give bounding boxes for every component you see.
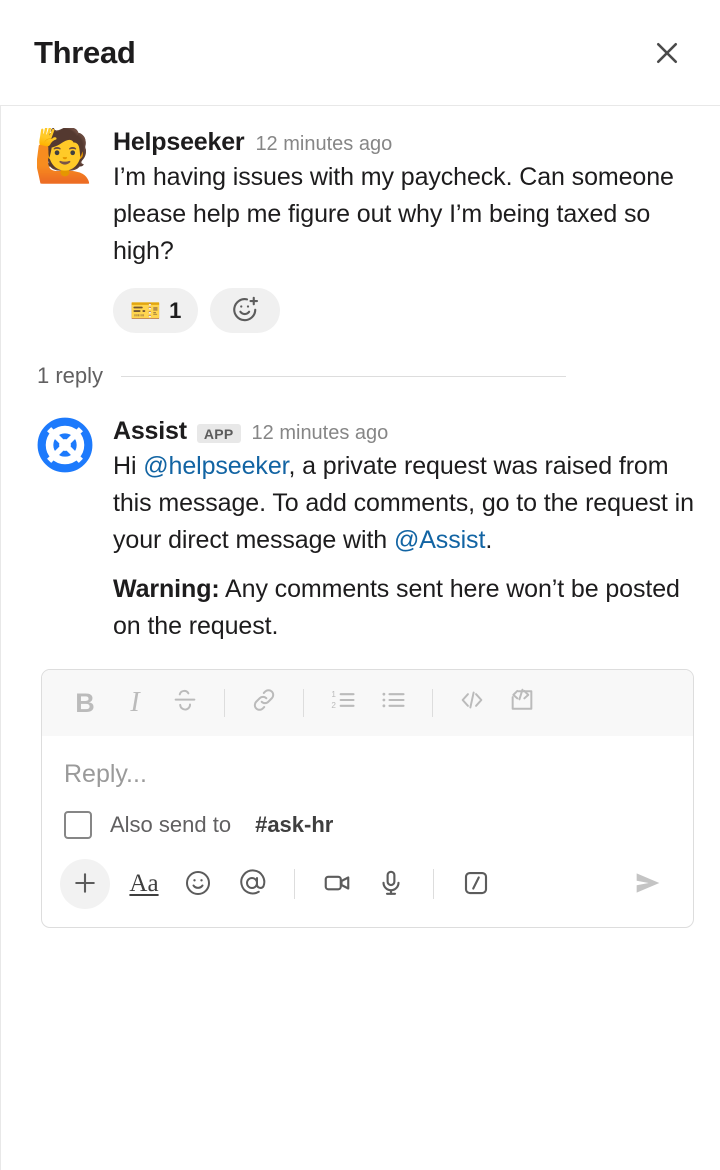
divider-line xyxy=(121,375,567,377)
close-button[interactable] xyxy=(644,30,690,76)
reply-divider: 1 reply xyxy=(1,363,720,389)
person-raising-hand-avatar-icon: 🙋 xyxy=(37,128,93,184)
slash-command-button[interactable] xyxy=(450,858,502,910)
code-block-icon xyxy=(508,686,536,721)
avatar[interactable] xyxy=(37,417,93,473)
strikethrough-icon xyxy=(171,686,199,721)
message-author[interactable]: Helpseeker xyxy=(113,128,245,157)
formatting-toolbar: B I 1 2 xyxy=(42,670,693,736)
video-camera-icon xyxy=(322,868,352,901)
reply-composer: B I 1 2 Reply... Also send to #ask-hr Aa xyxy=(41,669,694,928)
message-paragraph-2: Warning: Any comments sent here won’t be… xyxy=(113,571,696,645)
bulleted-list-icon xyxy=(379,686,407,721)
link-button[interactable] xyxy=(241,680,287,726)
microphone-icon xyxy=(376,868,406,901)
mention-button[interactable] xyxy=(226,858,278,910)
italic-button[interactable]: I xyxy=(112,680,158,726)
reaction-list: 🎫 1 xyxy=(113,288,696,333)
formatting-button[interactable]: Aa xyxy=(118,858,170,910)
audio-clip-button[interactable] xyxy=(365,858,417,910)
message-text: Hi @helpseeker, a private request was ra… xyxy=(113,448,696,645)
reply-input[interactable]: Reply... xyxy=(42,736,693,793)
plus-icon xyxy=(71,869,99,900)
video-clip-button[interactable] xyxy=(311,858,363,910)
message-header: Helpseeker 12 minutes ago xyxy=(113,128,696,157)
toolbar-separator xyxy=(303,689,304,717)
message-timestamp[interactable]: 12 minutes ago xyxy=(255,133,392,156)
close-icon xyxy=(652,38,682,68)
toolbar-separator xyxy=(432,689,433,717)
message-body: I’m having issues with my paycheck. Can … xyxy=(113,163,674,265)
message-author[interactable]: Assist xyxy=(113,417,187,446)
text-suffix: . xyxy=(485,526,493,554)
mention-helpseeker[interactable]: @helpseeker xyxy=(143,452,288,480)
ordered-list-icon: 1 2 xyxy=(329,686,357,721)
emoji-icon xyxy=(183,868,213,901)
root-message: 🙋 Helpseeker 12 minutes ago I’m having i… xyxy=(1,106,720,333)
link-icon xyxy=(250,686,278,721)
strikethrough-button[interactable] xyxy=(162,680,208,726)
avatar[interactable]: 🙋 xyxy=(37,128,93,184)
composer-wrapper: B I 1 2 Reply... Also send to #ask-hr Aa xyxy=(1,645,720,928)
message-text: I’m having issues with my paycheck. Can … xyxy=(113,159,696,270)
also-send-checkbox[interactable] xyxy=(64,811,92,839)
also-send-row[interactable]: Also send to #ask-hr xyxy=(42,793,693,849)
thread-body: 🙋 Helpseeker 12 minutes ago I’m having i… xyxy=(0,105,720,1170)
message-timestamp[interactable]: 12 minutes ago xyxy=(252,422,389,445)
composer-action-bar: Aa xyxy=(42,849,693,927)
ticket-emoji: 🎫 xyxy=(130,296,162,325)
code-button[interactable] xyxy=(449,680,495,726)
warning-label: Warning: xyxy=(113,575,220,603)
app-badge: APP xyxy=(196,424,241,443)
send-icon xyxy=(631,866,665,903)
channel-name[interactable]: #ask-hr xyxy=(255,812,333,838)
formatting-icon: Aa xyxy=(129,870,159,897)
reaction-ticket[interactable]: 🎫 1 xyxy=(113,288,199,333)
text-prefix: Hi xyxy=(113,452,144,480)
message-header: Assist APP 12 minutes ago xyxy=(113,417,696,446)
ordered-list-button[interactable]: 1 2 xyxy=(320,680,366,726)
also-send-label: Also send to xyxy=(110,812,232,837)
code-icon xyxy=(458,686,486,721)
mention-assist[interactable]: @Assist xyxy=(394,526,485,554)
message-paragraph-1: Hi @helpseeker, a private request was ra… xyxy=(113,448,696,559)
slash-command-icon xyxy=(461,868,491,901)
action-separator xyxy=(433,869,434,899)
bulleted-list-button[interactable] xyxy=(370,680,416,726)
page-title: Thread xyxy=(34,34,136,70)
emoji-button[interactable] xyxy=(172,858,224,910)
add-reaction-button[interactable] xyxy=(210,288,281,333)
bold-button[interactable]: B xyxy=(62,680,108,726)
reaction-count: 1 xyxy=(169,297,182,323)
svg-text:1: 1 xyxy=(331,690,336,699)
code-block-button[interactable] xyxy=(499,680,545,726)
thread-header: Thread xyxy=(0,0,720,105)
add-reaction-icon xyxy=(230,294,260,327)
reply-message: Assist APP 12 minutes ago Hi @helpseeker… xyxy=(1,395,720,645)
send-button[interactable] xyxy=(621,857,675,911)
reply-count-label: 1 reply xyxy=(37,363,104,388)
add-attachment-button[interactable] xyxy=(60,859,110,909)
lifebuoy-app-avatar-icon xyxy=(37,417,93,473)
thread-panel: Thread 🙋 Helpseeker 12 minutes ago xyxy=(0,0,720,1170)
mention-icon xyxy=(237,868,267,901)
action-separator xyxy=(294,869,295,899)
svg-text:2: 2 xyxy=(331,701,336,710)
toolbar-separator xyxy=(224,689,225,717)
